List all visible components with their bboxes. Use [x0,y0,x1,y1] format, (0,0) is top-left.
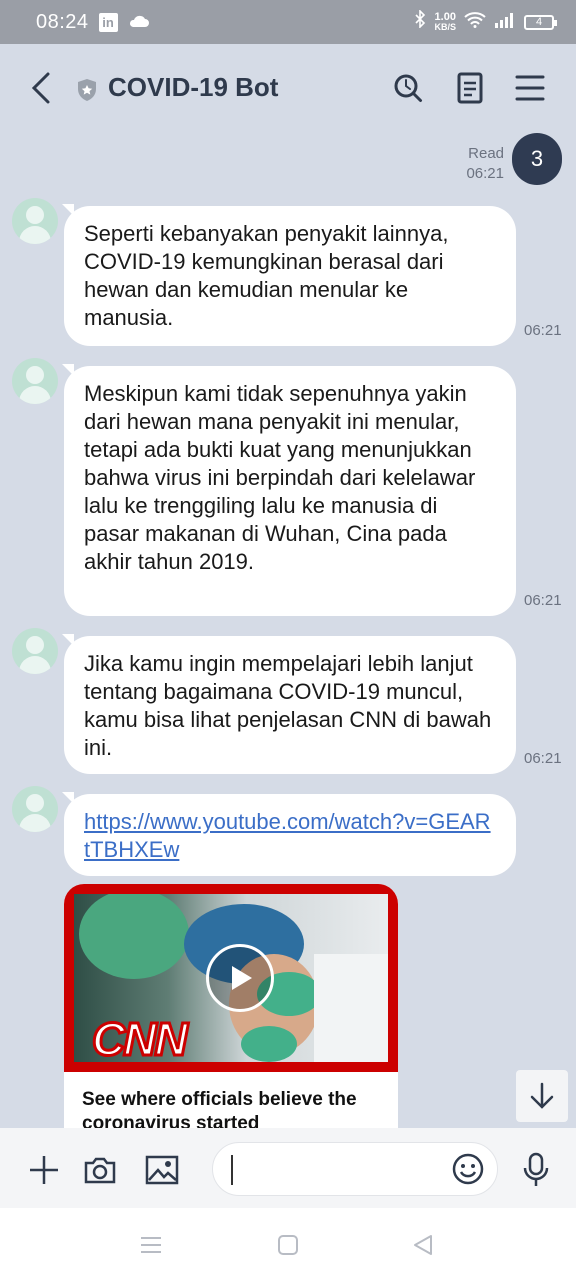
microphone-icon[interactable] [516,1150,556,1190]
emoji-icon[interactable] [451,1152,485,1191]
status-bar: 08:24 in 1.00 KB/S 4 [0,0,576,44]
gallery-icon[interactable] [142,1150,182,1190]
scroll-to-bottom-button[interactable] [516,1070,568,1122]
speed-unit: KB/S [434,22,456,32]
linkedin-icon: in [98,12,118,32]
notes-icon[interactable] [450,68,490,108]
cnn-logo: CNN [91,1012,190,1063]
message-bubble[interactable]: Seperti kebanyakan penyakit lainnya, COV… [64,206,516,346]
chat-title: COVID-19 Bot [108,72,279,102]
bot-avatar[interactable] [12,358,58,404]
message-bubble[interactable]: Meskipun kami tidak sepenuhnya yakin dar… [64,366,516,616]
message-text: Meskipun kami tidak sepenuhnya yakin dar… [84,381,476,574]
message-input-bar [0,1128,576,1208]
signal-icon [494,11,516,34]
video-thumbnail[interactable]: CNN [64,884,398,1072]
camera-icon[interactable] [80,1150,120,1190]
bot-avatar[interactable] [12,628,58,674]
home-icon[interactable] [275,1232,301,1258]
menu-icon[interactable] [510,68,550,108]
bot-avatar[interactable] [12,198,58,244]
video-preview-card[interactable]: CNN See where officials believe the coro… [64,884,398,1128]
message-time: 06:21 [524,592,562,609]
read-label: Read [468,145,504,162]
message-time: 06:21 [524,750,562,767]
cloud-icon [128,11,150,34]
chat-header: COVID-19 Bot [0,44,576,134]
system-nav-bar [0,1208,576,1280]
wifi-icon [464,11,486,34]
battery-icon: 4 [524,14,557,30]
message-input[interactable] [212,1142,498,1196]
plus-icon[interactable] [24,1150,64,1190]
bluetooth-icon [414,9,426,34]
arrow-down-icon [530,1082,554,1109]
message-text: Jika kamu ingin mempelajari lebih lanjut… [84,651,492,760]
search-icon[interactable] [388,68,428,108]
bot-avatar[interactable] [12,786,58,832]
recents-icon[interactable] [138,1232,164,1258]
message-bubble: https://www.youtube.com/watch?v=GEARtTBH… [64,794,516,876]
shield-icon [76,78,98,107]
youtube-link[interactable]: https://www.youtube.com/watch?v=GEARtTBH… [84,809,491,862]
back-arrow-icon[interactable] [28,70,56,111]
message-time: 06:21 [524,322,562,339]
video-title: See where officials believe the coronavi… [82,1089,357,1128]
text-caret [231,1155,233,1185]
play-icon[interactable] [206,944,274,1012]
status-time: 08:24 [36,10,89,33]
message-text: Seperti kebanyakan penyakit lainnya, COV… [84,221,449,330]
back-nav-icon[interactable] [410,1232,436,1258]
read-time: 06:21 [466,165,504,182]
message-bubble[interactable]: Jika kamu ingin mempelajari lebih lanjut… [64,636,516,774]
network-speed: 1.00 KB/S [434,12,456,32]
sent-message-bubble[interactable]: 3 [512,133,562,185]
read-receipt: Read 06:21 [458,144,504,184]
